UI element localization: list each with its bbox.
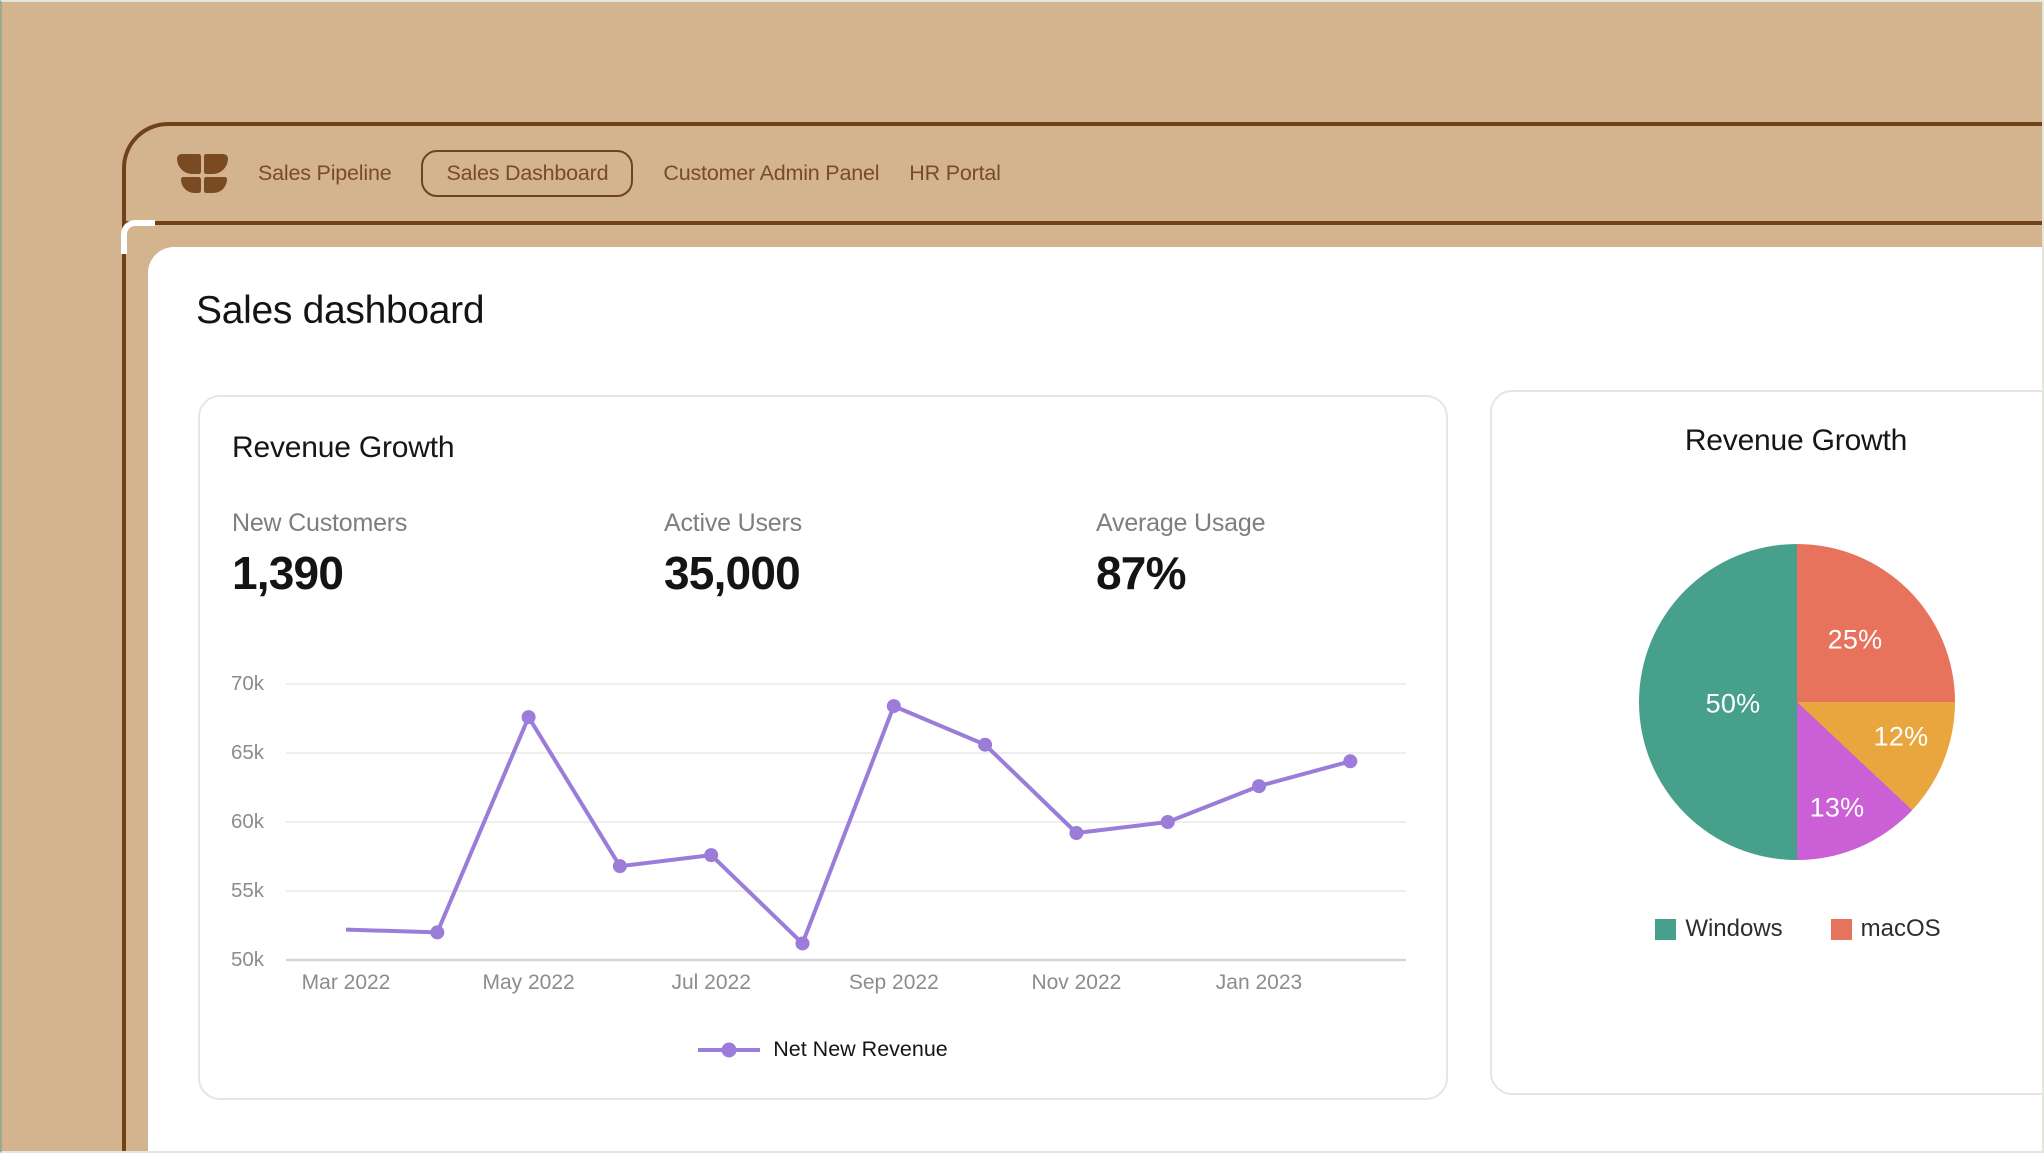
- revenue-growth-line-card: Revenue Growth New Customers 1,390 Activ…: [198, 395, 1448, 1100]
- pie-card-title: Revenue Growth: [1492, 424, 2044, 458]
- navbar-divider: [122, 221, 2044, 225]
- legend-label: macOS: [1861, 915, 1941, 943]
- logo-petal: [181, 177, 201, 193]
- line-chart-legend: Net New Revenue: [200, 1037, 1446, 1062]
- logo-petal: [177, 154, 201, 174]
- pie-chart: [1639, 544, 1955, 860]
- legend-line-marker-icon: [698, 1048, 760, 1052]
- windows-swatch-icon: [1655, 919, 1676, 940]
- nav-item-sales-pipeline[interactable]: Sales Pipeline: [258, 161, 391, 186]
- pie-chart-legend: Windows macOS: [1492, 915, 2044, 943]
- logo-petal: [204, 177, 227, 193]
- page-title: Sales dashboard: [196, 289, 484, 334]
- nav-item-sales-dashboard[interactable]: Sales Dashboard: [421, 150, 633, 197]
- content-panel: Sales dashboard Revenue Growth New Custo…: [148, 247, 2044, 1153]
- top-navbar: Sales Pipeline Sales Dashboard Customer …: [126, 126, 2044, 221]
- pie-slice-percent-label: 13%: [1810, 793, 1865, 824]
- macos-swatch-icon: [1831, 919, 1852, 940]
- legend-label: Windows: [1685, 915, 1782, 943]
- logo-petal: [204, 154, 228, 174]
- revenue-growth-pie-card: Revenue Growth Windows macOS 25% 12% 13% 50…: [1490, 390, 2044, 1095]
- legend-item-macos: macOS: [1831, 915, 1941, 943]
- pie-slice-percent-label: 50%: [1706, 689, 1761, 720]
- brand-flower-logo-icon[interactable]: [177, 154, 228, 193]
- nav-item-customer-admin-panel[interactable]: Customer Admin Panel: [663, 161, 879, 186]
- screenshot-frame: Sales Pipeline Sales Dashboard Customer …: [0, 0, 2044, 1153]
- nav-item-hr-portal[interactable]: HR Portal: [909, 161, 1000, 186]
- line-chart-plot: 70k65k60k55k50kMar 2022May 2022Jul 2022S…: [200, 397, 1446, 1098]
- legend-series-label: Net New Revenue: [773, 1037, 947, 1062]
- corner-bracket-decoration: [121, 220, 155, 254]
- pie-slice-percent-label: 12%: [1874, 722, 1929, 753]
- pie-slice-percent-label: 25%: [1828, 625, 1883, 656]
- legend-item-windows: Windows: [1655, 915, 1782, 943]
